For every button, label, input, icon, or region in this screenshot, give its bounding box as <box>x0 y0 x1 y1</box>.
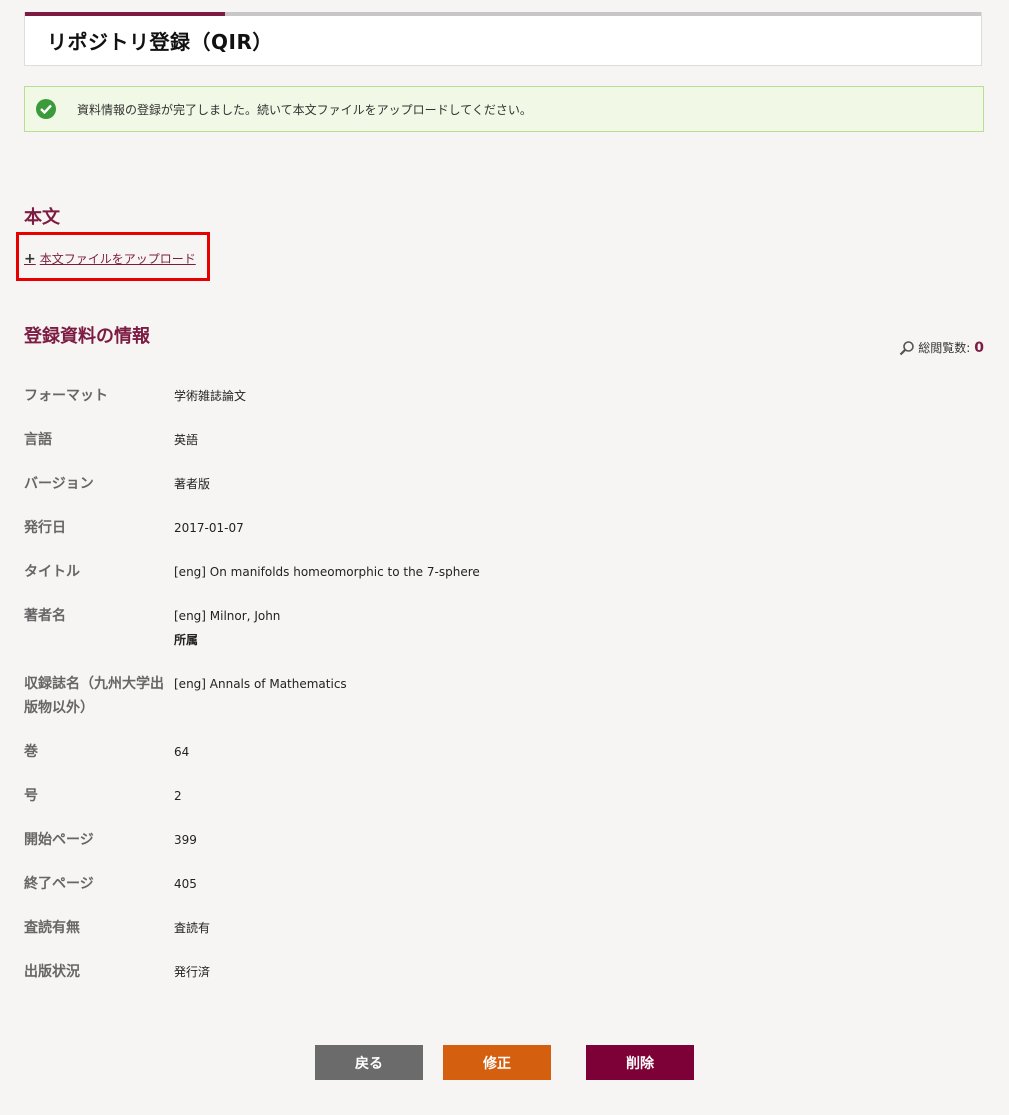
meta-label: 巻 <box>24 744 38 760</box>
meta-value: [eng] Annals of Mathematics <box>174 677 347 691</box>
search-icon <box>899 340 915 355</box>
meta-label: 査読有無 <box>24 920 80 936</box>
meta-value: 発行済 <box>174 965 211 979</box>
meta-value: [eng] Milnor, John 所属 <box>174 604 280 652</box>
edit-button[interactable]: 修正 <box>443 1045 551 1080</box>
views-label: 総閲覧数: <box>918 341 971 355</box>
alert-message: 資料情報の登録が完了しました。続いて本文ファイルをアップロードしてください。 <box>77 103 532 117</box>
author-name: [eng] Milnor, John <box>174 609 281 623</box>
views-count: 0 <box>974 339 984 356</box>
success-alert: 資料情報の登録が完了しました。続いて本文ファイルをアップロードしてください。 <box>24 86 984 132</box>
page-title: リポジトリ登録（QIR） <box>47 30 273 54</box>
check-circle-icon <box>36 99 56 119</box>
delete-button[interactable]: 削除 <box>586 1045 694 1080</box>
fulltext-heading: 本文 <box>24 207 60 228</box>
meta-value: 64 <box>174 745 190 759</box>
upload-link-label: 本文ファイルをアップロード <box>39 252 196 266</box>
page-header: リポジトリ登録（QIR） <box>24 12 982 66</box>
meta-label: フォーマット <box>24 388 108 404</box>
plus-icon: + <box>24 250 36 267</box>
meta-value: 2 <box>174 789 182 803</box>
meta-label: タイトル <box>24 564 80 580</box>
meta-label: 終了ページ <box>24 876 94 892</box>
meta-value: 学術雑誌論文 <box>174 389 247 403</box>
meta-label: 開始ページ <box>24 832 94 848</box>
total-views: 総閲覧数: 0 <box>899 339 984 356</box>
meta-value: 399 <box>174 833 197 847</box>
upload-fulltext-link[interactable]: + 本文ファイルをアップロード <box>24 250 196 267</box>
info-heading: 登録資料の情報 <box>24 326 150 347</box>
meta-value: [eng] On manifolds homeomorphic to the 7… <box>174 565 480 579</box>
meta-label: 出版状況 <box>24 964 80 980</box>
meta-label: 言語 <box>24 432 52 448</box>
affiliation-label: 所属 <box>174 633 199 647</box>
meta-value: 2017-01-07 <box>174 521 244 535</box>
meta-label: 著者名 <box>24 608 66 624</box>
meta-value: 405 <box>174 877 197 891</box>
meta-label: バージョン <box>24 476 94 492</box>
meta-value: 著者版 <box>174 477 211 491</box>
meta-value: 英語 <box>174 433 199 447</box>
meta-label: 号 <box>24 788 38 804</box>
meta-value: 査読有 <box>174 921 211 935</box>
meta-label: 発行日 <box>24 520 66 536</box>
meta-label: 収録誌名（九州大学出版物以外） <box>24 676 164 716</box>
header-accent-bar <box>25 12 225 16</box>
back-button[interactable]: 戻る <box>315 1045 423 1080</box>
